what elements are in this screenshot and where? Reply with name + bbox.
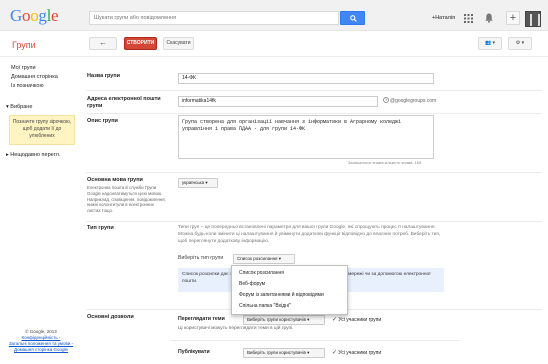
view-topics-check[interactable]: ✓ Усі учасники групи — [332, 316, 381, 323]
email-label: Адреса електронної пошти групи — [87, 96, 161, 110]
language-label: Основна мова групи — [87, 177, 143, 183]
divider — [86, 90, 542, 91]
email-domain: @googlegroups.com — [390, 98, 437, 104]
google-logo[interactable]: Google — [10, 6, 59, 26]
favorites-promo: Позначте групу зірочкою, щоб додати її д… — [9, 115, 75, 145]
dropdown-option-mailing-list[interactable]: Список розсилання — [239, 270, 284, 276]
logo-letter: g — [38, 6, 47, 25]
top-bar: Google +Наталія + — [0, 0, 548, 31]
sidebar-item-starred[interactable]: Із позначкою — [11, 83, 44, 89]
search-icon — [350, 15, 357, 22]
description-label: Опис групи — [87, 118, 118, 124]
permissions-label: Основні дозволи — [87, 314, 134, 320]
help-icon[interactable]: ? — [383, 97, 389, 103]
logo-letter: e — [51, 6, 59, 25]
view-topics-label: Переглядати теми — [178, 316, 225, 322]
divider — [170, 340, 460, 341]
description-textarea[interactable]: Група створена для організації навчання … — [178, 115, 434, 159]
group-type-dropdown: Список розсилання Веб-форум Форум із зап… — [231, 265, 348, 315]
group-type-select[interactable]: Список розсилання ▾ — [233, 254, 295, 264]
search-input[interactable] — [89, 11, 339, 25]
checkmark-icon: ✓ — [332, 317, 338, 323]
dropdown-option-shared-inbox[interactable]: Спільна папка "Вхідні" — [239, 303, 291, 309]
divider — [86, 113, 542, 114]
footer-terms-link[interactable]: Загальні положення та умови - — [9, 341, 73, 346]
divider — [86, 172, 542, 173]
group-type-label: Тип групи — [87, 225, 114, 231]
publish-check-label: Усі учасники групи — [338, 350, 382, 356]
sidebar-footer: © Google, 2013 Конфіденційність - Загаль… — [0, 329, 82, 352]
checkmark-icon: ✓ — [332, 350, 338, 356]
notifications-bell-icon[interactable] — [485, 13, 493, 23]
view-topics-check-label: Усі учасники групи — [338, 317, 382, 323]
dropdown-option-qa-forum[interactable]: Форум із запитаннями й відповідями — [239, 292, 324, 298]
search-button[interactable] — [340, 11, 365, 25]
publish-select[interactable]: Виберіть групи користувачів ▾ — [243, 348, 325, 358]
sidebar-section-favorites[interactable]: ▾ Вибране — [6, 104, 32, 110]
divider — [86, 221, 542, 222]
footer-home-link[interactable]: Домашня сторінка Google — [14, 347, 68, 352]
page-title[interactable]: Групи — [12, 40, 36, 50]
sidebar-section-recent[interactable]: ▸ Нещодавно перегл. — [6, 152, 60, 158]
view-topics-hint: Ці користувачі можуть переглядати теми в… — [178, 326, 294, 331]
publish-label: Публікувати — [178, 349, 210, 355]
group-type-description: Типи груп – це попередньо встановлені па… — [178, 225, 441, 244]
avatar[interactable] — [525, 11, 541, 27]
dropdown-option-web-forum[interactable]: Веб-форум — [239, 281, 265, 287]
char-count: Залишилося знаків кількість знаків: 168 — [348, 160, 422, 165]
back-button[interactable]: ← — [89, 37, 117, 50]
logo-letter: G — [10, 6, 22, 25]
cancel-button[interactable]: Скасувати — [163, 37, 194, 50]
settings-menu-button[interactable]: ⚙ ▾ — [508, 37, 532, 50]
language-hint: Електронна пошта й служби Групи Google н… — [87, 185, 166, 214]
logo-letter: o — [21, 6, 31, 25]
sidebar-item-home[interactable]: Домашня сторінка — [11, 74, 58, 80]
sidebar-item-my-groups[interactable]: Мої групи — [11, 65, 36, 71]
view-topics-select[interactable]: Виберіть групи користувачів ▾ — [243, 315, 325, 325]
language-select[interactable]: українська ▾ — [178, 178, 218, 188]
email-field[interactable]: informatika14fk — [178, 96, 378, 107]
action-bar — [0, 31, 548, 57]
group-name-field[interactable]: 14-ФК — [178, 73, 434, 84]
user-name-link[interactable]: +Наталія — [432, 15, 455, 21]
apps-grid-icon[interactable] — [464, 14, 473, 23]
sidebar: Мої групи Домашня сторінка Із позначкою … — [0, 58, 82, 364]
group-name-label: Назва групи — [87, 73, 121, 79]
create-button[interactable]: СТВОРИТИ — [124, 37, 157, 50]
footer-privacy-link[interactable]: Конфіденційність - — [22, 335, 61, 340]
share-plus-button[interactable]: + — [506, 11, 520, 25]
publish-check[interactable]: ✓ Усі учасники групи — [332, 349, 381, 356]
members-menu-button[interactable]: 👥 ▾ — [478, 37, 502, 50]
choose-type-label: Виберіть тип групи — [178, 255, 224, 261]
